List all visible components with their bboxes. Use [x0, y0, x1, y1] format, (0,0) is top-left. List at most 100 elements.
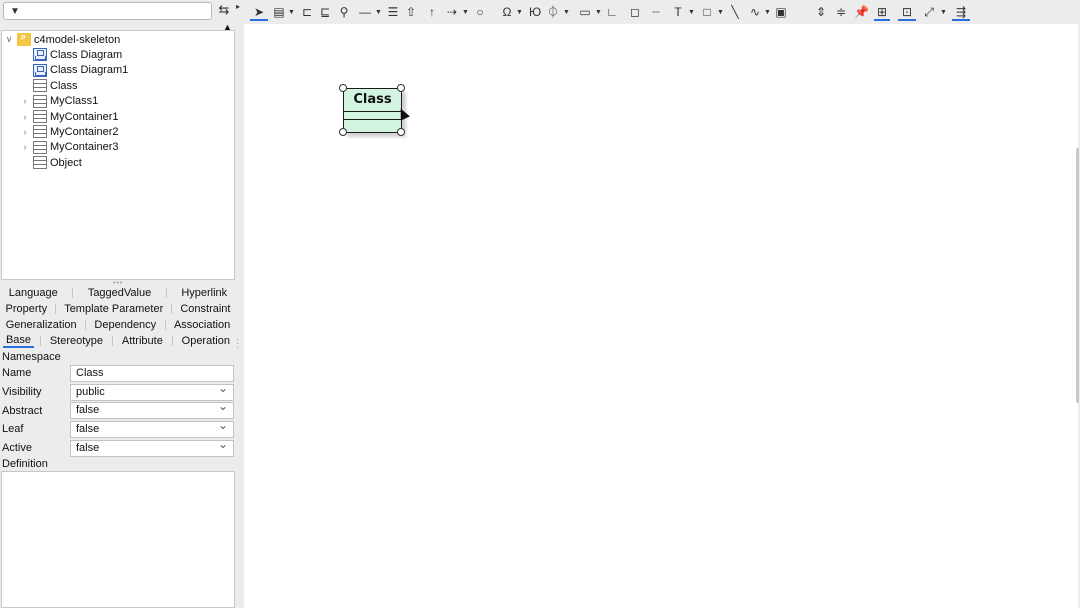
tree-item[interactable]: Class Diagram1	[19, 63, 128, 78]
class-icon	[33, 140, 47, 154]
tree-item-label: Class Diagram	[50, 48, 123, 61]
tree-item-label: MyContainer2	[50, 125, 119, 138]
association-dropdown-icon[interactable]: ▼	[375, 4, 382, 21]
containment-tool-icon[interactable]: ∟	[606, 4, 618, 21]
model-explorer-tree[interactable]: ∨ c4model-skeleton Class Diagram Class Diag…	[1, 30, 235, 280]
tree-item-label: c4model-skeleton	[34, 33, 121, 46]
tree-item[interactable]: › MyClass1	[19, 94, 98, 109]
tab-overflow-handle[interactable]: · · ·	[236, 335, 239, 353]
realization-tool-icon[interactable]: ↑	[426, 4, 438, 21]
selection-handle-bottom-left[interactable]	[339, 128, 347, 136]
tree-twisty-icon[interactable]: ›	[19, 96, 31, 106]
tree-item[interactable]: › MyContainer1	[19, 109, 118, 124]
text-dropdown-icon[interactable]: ▼	[688, 4, 695, 21]
association-class-tool-icon[interactable]: ☰	[386, 4, 400, 21]
tab-constraint[interactable]: Constraint	[177, 303, 233, 315]
tree-twisty-icon[interactable]: ›	[19, 127, 31, 137]
generalization-tool-icon[interactable]: ⇧	[404, 4, 418, 21]
tab-generalization[interactable]: Generalization	[3, 319, 80, 331]
leaf-select[interactable]: false	[70, 418, 234, 438]
tab-attribute[interactable]: Attribute	[119, 335, 166, 347]
tree-item-label: MyContainer3	[50, 141, 119, 154]
resize-dropdown-icon[interactable]: ▼	[940, 4, 947, 21]
resize-icon[interactable]: ⤢	[922, 4, 936, 21]
expand-icon[interactable]: ⊞	[874, 4, 890, 21]
selection-handle-top-right[interactable]	[397, 84, 405, 92]
shape-dropdown-icon[interactable]: ▼	[717, 4, 724, 21]
association-tool-icon[interactable]: —	[358, 4, 372, 21]
text-tool-icon[interactable]: T	[672, 4, 684, 21]
align-height-icon[interactable]: ⇕	[814, 4, 828, 21]
visibility-select[interactable]: public	[70, 381, 234, 401]
tree-item[interactable]: Object	[19, 155, 82, 170]
tab-base[interactable]: Base	[2, 334, 35, 348]
active-select[interactable]: false	[70, 437, 234, 457]
tab-taggedvalue[interactable]: TaggedValue	[85, 287, 154, 299]
tab-separator	[111, 336, 113, 346]
tab-separator	[171, 336, 173, 346]
filter-input[interactable]	[4, 3, 211, 19]
note-tool-icon[interactable]: ◻	[628, 4, 642, 21]
selection-handle-top-left[interactable]	[339, 84, 347, 92]
vertical-scrollbar[interactable]	[1076, 148, 1079, 403]
name-field[interactable]: Class	[70, 365, 234, 382]
pin-icon[interactable]: 📌	[854, 4, 869, 21]
pin-tool-icon[interactable]: ⚲	[338, 4, 350, 21]
sync-icon[interactable]: ⇆	[216, 2, 232, 18]
tree-item-label: Class	[50, 79, 78, 92]
class-icon	[33, 94, 47, 108]
freehand-dropdown-icon[interactable]: ▼	[764, 4, 771, 21]
tree-item[interactable]: Class Diagram	[19, 47, 122, 62]
tab-dependency[interactable]: Dependency	[91, 319, 159, 331]
definition-label: Definition	[2, 458, 48, 470]
component-dropdown-icon[interactable]: ▼	[563, 4, 570, 21]
dependency-dropdown-icon[interactable]: ▼	[462, 4, 469, 21]
class-node[interactable]: Class	[343, 88, 402, 133]
tab-template-parameter[interactable]: Template Parameter	[61, 303, 166, 315]
tab-hyperlink[interactable]: Hyperlink	[178, 287, 230, 299]
name-label: Name	[2, 367, 32, 379]
class-tool-icon[interactable]: ▤	[272, 4, 286, 21]
tree-twisty-icon[interactable]: ›	[19, 112, 31, 122]
interface-tool-icon[interactable]: ○	[474, 4, 486, 21]
tree-item-label: Class Diagram1	[50, 64, 129, 77]
freehand-tool-icon[interactable]: ∿	[748, 4, 762, 21]
tree-item[interactable]: › MyContainer3	[19, 140, 118, 155]
tree-item[interactable]: ∨ c4model-skeleton	[3, 32, 120, 47]
subsystem-tool-icon[interactable]: ⊑	[318, 4, 332, 21]
layout-icon[interactable]: ⇶	[952, 4, 970, 21]
tab-stereotype[interactable]: Stereotype	[47, 335, 106, 347]
artifact-dropdown-icon[interactable]: ▼	[595, 4, 602, 21]
leaf-label: Leaf	[2, 423, 24, 435]
dependency-tool-icon[interactable]: ⇢	[444, 4, 460, 21]
component-tool-icon[interactable]: ⏀	[546, 4, 560, 21]
image-tool-icon[interactable]: ▣	[774, 4, 788, 21]
class-tool-dropdown-icon[interactable]: ▼	[288, 4, 295, 21]
package-tool-icon[interactable]: ⊏	[300, 4, 314, 21]
tree-twisty-icon[interactable]: ›	[19, 142, 31, 152]
interface-dropdown-icon[interactable]: ▼	[516, 4, 523, 21]
required-interface-tool-icon[interactable]: Ω	[500, 4, 514, 21]
tab-association[interactable]: Association	[171, 319, 233, 331]
left-panel: ▼ ⇆ ▲ ∨c4model-skeletonClass DiagramClas…	[0, 0, 239, 608]
tab-language[interactable]: Language	[6, 287, 61, 299]
port-tool-icon[interactable]: Ю	[528, 4, 542, 21]
artifact-tool-icon[interactable]: ▭	[578, 4, 592, 21]
app-window: ▼ ⇆ ▲ ∨c4model-skeletonClass DiagramClas…	[0, 0, 1080, 608]
select-tool-icon[interactable]: ➤	[250, 4, 268, 21]
tab-operation[interactable]: Operation	[179, 335, 233, 347]
abstract-select[interactable]: false	[70, 399, 234, 419]
note-link-tool-icon[interactable]: ┈	[648, 4, 664, 21]
fit-icon[interactable]: ⊡	[898, 4, 916, 21]
selection-handle-bottom-right[interactable]	[397, 128, 405, 136]
tab-separator	[85, 320, 87, 330]
tree-twisty-icon[interactable]: ∨	[3, 34, 15, 45]
definition-textarea[interactable]	[1, 471, 235, 608]
model-filter-box[interactable]: ▼	[3, 2, 212, 20]
tree-item[interactable]: › MyContainer2	[19, 124, 118, 139]
rectangle-tool-icon[interactable]: □	[700, 4, 714, 21]
align-middle-icon[interactable]: ≑	[834, 4, 848, 21]
line-tool-icon[interactable]: ╲	[728, 4, 742, 21]
tree-item[interactable]: Class	[19, 78, 78, 93]
tab-property[interactable]: Property	[3, 303, 51, 315]
